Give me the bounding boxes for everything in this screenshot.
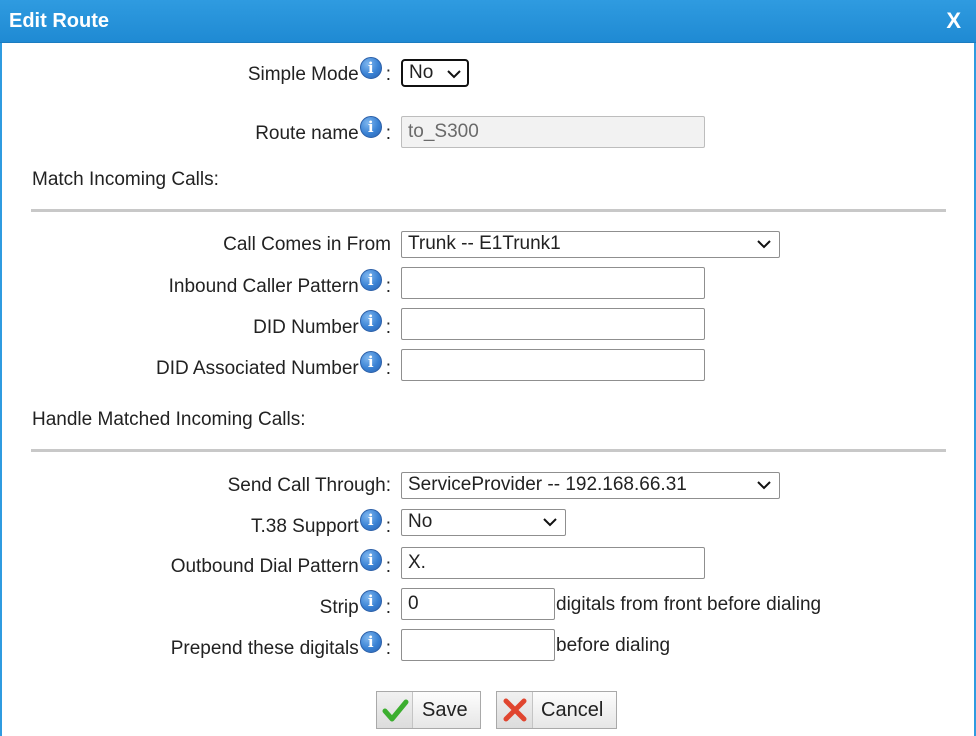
dialog-title: Edit Route xyxy=(9,10,109,32)
colon: : xyxy=(385,317,391,338)
colon: : xyxy=(385,64,391,85)
outbound-dial-pattern-value: X. xyxy=(408,552,426,573)
match-section-heading: Match Incoming Calls: xyxy=(32,169,219,190)
simple-mode-label-text: Simple Mode xyxy=(247,64,359,85)
colon: : xyxy=(385,516,391,537)
section-divider xyxy=(31,209,946,212)
simple-mode-label: Simple Mode i: xyxy=(247,57,391,86)
handle-section-heading: Handle Matched Incoming Calls: xyxy=(32,409,306,430)
call-comes-from-label-text: Call Comes in From xyxy=(223,234,391,255)
t38-support-value: No xyxy=(408,511,433,532)
t38-support-label-text: T.38 Support xyxy=(250,516,359,537)
outbound-dial-pattern-input[interactable]: X. xyxy=(401,547,705,579)
dialog-titlebar: Edit Route X xyxy=(0,0,976,43)
info-icon[interactable]: i xyxy=(359,310,382,332)
inbound-caller-pattern-label-text: Inbound Caller Pattern xyxy=(168,276,359,297)
prepend-label: Prepend these digitals i: xyxy=(170,631,391,660)
cross-icon xyxy=(497,692,533,728)
t38-support-select[interactable]: No xyxy=(401,509,566,536)
save-label: Save xyxy=(422,699,468,721)
colon: : xyxy=(385,123,391,144)
prepend-suffix-text: before dialing xyxy=(556,635,671,656)
prepend-label-text: Prepend these digitals xyxy=(170,638,359,659)
info-icon[interactable]: i xyxy=(359,509,382,531)
send-call-through-label-text: Send Call Through: xyxy=(227,475,391,496)
inbound-caller-pattern-label: Inbound Caller Pattern i: xyxy=(168,269,391,298)
info-icon[interactable]: i xyxy=(359,631,382,653)
did-number-input[interactable] xyxy=(401,308,705,340)
did-associated-number-input[interactable] xyxy=(401,349,705,381)
colon: : xyxy=(385,556,391,577)
chevron-down-icon xyxy=(543,518,557,527)
cancel-button[interactable]: Cancel xyxy=(496,691,617,729)
did-number-label: DID Number i: xyxy=(253,310,391,339)
close-button[interactable]: X xyxy=(946,8,961,34)
strip-label-text: Strip xyxy=(319,597,359,618)
did-associated-number-label: DID Associated Number i: xyxy=(155,351,391,380)
route-name-value: to_S300 xyxy=(408,121,479,142)
outbound-dial-pattern-label-text: Outbound Dial Pattern xyxy=(170,556,359,577)
info-icon[interactable]: i xyxy=(359,590,382,612)
cancel-label: Cancel xyxy=(541,699,604,721)
call-comes-from-value: Trunk -- E1Trunk1 xyxy=(408,233,561,254)
did-associated-number-label-text: DID Associated Number xyxy=(155,358,359,379)
colon: : xyxy=(385,638,391,659)
colon: : xyxy=(385,358,391,379)
send-call-through-value: ServiceProvider -- 192.168.66.31 xyxy=(408,474,687,495)
checkmark-icon xyxy=(377,692,413,728)
save-button[interactable]: Save xyxy=(376,691,481,729)
info-icon[interactable]: i xyxy=(359,269,382,291)
dialog-border-left xyxy=(0,43,2,736)
strip-label: Strip i: xyxy=(319,590,391,619)
info-icon[interactable]: i xyxy=(359,351,382,373)
route-name-input[interactable]: to_S300 xyxy=(401,116,705,148)
chevron-down-icon xyxy=(447,70,461,79)
t38-support-label: T.38 Support i: xyxy=(250,509,391,538)
simple-mode-select[interactable]: No xyxy=(401,59,469,87)
section-divider xyxy=(31,449,946,452)
inbound-caller-pattern-input[interactable] xyxy=(401,267,705,299)
outbound-dial-pattern-label: Outbound Dial Pattern i: xyxy=(170,549,391,578)
simple-mode-value: No xyxy=(409,62,434,83)
prepend-input[interactable] xyxy=(401,629,555,661)
strip-input[interactable]: 0 xyxy=(401,588,555,620)
chevron-down-icon xyxy=(757,481,771,490)
route-name-label: Route name i: xyxy=(255,116,391,145)
chevron-down-icon xyxy=(757,240,771,249)
colon: : xyxy=(385,276,391,297)
strip-suffix-text: digitals from front before dialing xyxy=(556,594,822,615)
route-name-label-text: Route name xyxy=(255,123,359,144)
strip-value: 0 xyxy=(408,593,419,614)
did-number-label-text: DID Number xyxy=(253,317,359,338)
call-comes-from-label: Call Comes in From xyxy=(223,234,391,256)
info-icon[interactable]: i xyxy=(359,549,382,571)
colon: : xyxy=(385,597,391,618)
info-icon[interactable]: i xyxy=(359,57,382,79)
call-comes-from-select[interactable]: Trunk -- E1Trunk1 xyxy=(401,231,780,258)
send-call-through-select[interactable]: ServiceProvider -- 192.168.66.31 xyxy=(401,472,780,499)
send-call-through-label: Send Call Through: xyxy=(228,475,391,497)
info-icon[interactable]: i xyxy=(359,116,382,138)
